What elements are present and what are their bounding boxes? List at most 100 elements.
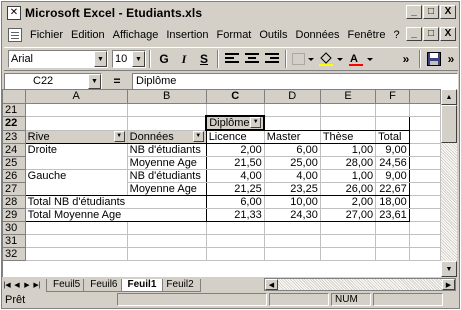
doc-minimize-button[interactable]: _ xyxy=(406,27,422,41)
first-sheet-icon[interactable]: |◀ xyxy=(2,278,12,291)
maximize-button[interactable]: □ xyxy=(423,5,439,19)
chevron-down-icon[interactable]: ▼ xyxy=(113,130,125,142)
row-header[interactable]: 23 xyxy=(3,130,26,144)
fill-color-icon[interactable] xyxy=(316,49,346,69)
column-header-d[interactable]: D xyxy=(264,90,321,104)
scroll-up-icon[interactable]: ▲ xyxy=(441,89,457,105)
column-header-c[interactable]: C xyxy=(206,90,265,104)
grid-cell[interactable]: Gauche xyxy=(24,169,128,183)
grid-cell[interactable]: Licence xyxy=(206,129,265,144)
grid-cell[interactable] xyxy=(25,103,128,117)
bold-button[interactable]: G xyxy=(154,49,174,69)
row-header[interactable]: 30 xyxy=(3,221,26,235)
select-all-corner[interactable] xyxy=(3,90,26,104)
grid-cell[interactable]: 26,00 xyxy=(320,182,377,196)
grid-cell[interactable] xyxy=(409,156,441,170)
next-sheet-icon[interactable]: ▶ xyxy=(22,278,32,291)
grid-cell[interactable] xyxy=(375,247,410,261)
grid-cell[interactable] xyxy=(320,221,377,235)
row-header[interactable]: 32 xyxy=(3,247,26,261)
grid-cell[interactable] xyxy=(375,103,410,117)
tab-feuil1[interactable]: Feuil1 xyxy=(120,279,164,292)
doc-close-button[interactable]: X xyxy=(440,27,456,41)
grid-cell[interactable] xyxy=(127,234,207,248)
menu-edition[interactable]: Edition xyxy=(67,29,109,41)
grid-cell[interactable] xyxy=(206,247,265,261)
align-center-icon[interactable] xyxy=(242,49,262,69)
grid-cell[interactable] xyxy=(25,116,128,131)
grid-cell[interactable]: Total NB d'étudiants xyxy=(24,195,128,209)
prev-sheet-icon[interactable]: ◀ xyxy=(12,278,22,291)
menu-outils[interactable]: Outils xyxy=(255,29,291,41)
chevron-down-icon[interactable]: ▼ xyxy=(192,130,204,142)
grid-cell[interactable] xyxy=(206,221,265,235)
row-header[interactable]: 22 xyxy=(3,116,26,131)
tab-feuil6[interactable]: Feuil6 xyxy=(83,279,125,292)
grid-cell[interactable]: NB d'étudiants xyxy=(127,169,207,183)
grid-cell[interactable] xyxy=(375,115,410,131)
column-header-a[interactable]: A xyxy=(25,90,128,104)
grid-cell[interactable] xyxy=(375,221,410,235)
grid-cell[interactable]: 6,00 xyxy=(206,195,265,209)
chevron-down-icon[interactable]: ▼ xyxy=(132,51,145,67)
grid-cell[interactable]: 1,00 xyxy=(320,143,377,157)
grid-cell[interactable] xyxy=(409,169,441,183)
menu-fichier[interactable]: Fichier xyxy=(26,29,67,41)
grid-cell[interactable]: Thèse xyxy=(320,129,377,144)
close-button[interactable]: X xyxy=(440,5,456,19)
grid-cell[interactable] xyxy=(409,130,441,144)
scroll-down-icon[interactable]: ▼ xyxy=(441,261,457,277)
grid-cell[interactable] xyxy=(409,208,441,222)
grid-cell[interactable] xyxy=(409,234,441,248)
minimize-button[interactable]: _ xyxy=(406,5,422,19)
menu-insertion[interactable]: Insertion xyxy=(162,29,212,41)
menu-fenetre[interactable]: Fenêtre xyxy=(344,29,390,41)
grid-cell[interactable] xyxy=(320,115,377,131)
chevron-down-icon[interactable]: ▼ xyxy=(94,51,107,67)
column-header-b[interactable]: B xyxy=(127,90,207,104)
spreadsheet-grid[interactable]: A B C D E F 21 22 Diplôme ▼ 23 Rive ▼ Données ▼ L… xyxy=(2,89,441,277)
grid-cell[interactable] xyxy=(375,234,410,248)
grid-cell[interactable]: 27,00 xyxy=(320,208,377,222)
menu-donnees[interactable]: Données xyxy=(292,29,344,41)
grid-cell[interactable]: NB d'étudiants xyxy=(127,143,207,157)
grid-cell[interactable] xyxy=(24,182,128,196)
column-header-f[interactable]: F xyxy=(375,90,410,104)
grid-cell[interactable]: 4,00 xyxy=(206,169,265,183)
chevron-down-icon[interactable]: ▼ xyxy=(250,117,262,128)
italic-button[interactable]: I xyxy=(174,49,194,69)
name-box[interactable]: C22 ▼ xyxy=(4,72,102,90)
grid-cell[interactable] xyxy=(264,103,321,117)
grid-cell[interactable] xyxy=(409,182,441,196)
grid-cell[interactable] xyxy=(25,221,128,235)
grid-cell[interactable]: 9,00 xyxy=(375,169,410,183)
scroll-right-icon[interactable]: ▶ xyxy=(442,279,455,290)
grid-cell[interactable] xyxy=(24,156,128,170)
grid-cell[interactable]: 1,00 xyxy=(320,169,377,183)
borders-icon[interactable] xyxy=(290,49,316,69)
grid-cell[interactable]: 21,33 xyxy=(206,208,265,222)
font-name-select[interactable]: Arial ▼ xyxy=(8,50,108,68)
row-header[interactable]: 31 xyxy=(3,234,26,248)
grid-cell[interactable]: 25,00 xyxy=(264,156,321,170)
grid-cell[interactable] xyxy=(127,195,207,209)
grid-cell[interactable] xyxy=(320,103,377,117)
column-header-e[interactable]: E xyxy=(320,90,377,104)
menu-affichage[interactable]: Affichage xyxy=(109,29,163,41)
scroll-thumb[interactable] xyxy=(441,105,457,143)
grid-cell[interactable]: 24,56 xyxy=(375,156,410,170)
row-header[interactable]: 26 xyxy=(3,169,26,183)
title-bar[interactable]: ✕ Microsoft Excel - Etudiants.xls _ □ X xyxy=(4,4,458,22)
grid-cell[interactable]: 21,25 xyxy=(206,182,265,196)
align-left-icon[interactable] xyxy=(222,49,242,69)
grid-cell[interactable]: Diplôme ▼ xyxy=(205,115,266,131)
grid-cell[interactable]: 24,30 xyxy=(264,208,321,222)
grid-cell[interactable] xyxy=(320,247,377,261)
scroll-left-icon[interactable]: ◀ xyxy=(265,279,278,290)
grid-cell[interactable]: 10,00 xyxy=(264,195,321,209)
grid-cell[interactable]: 22,67 xyxy=(375,182,410,196)
grid-cell[interactable]: 6,00 xyxy=(264,143,321,157)
toolbar-more-button-2[interactable]: » xyxy=(444,49,458,69)
grid-cell[interactable] xyxy=(25,247,128,261)
grid-cell[interactable] xyxy=(206,103,265,117)
